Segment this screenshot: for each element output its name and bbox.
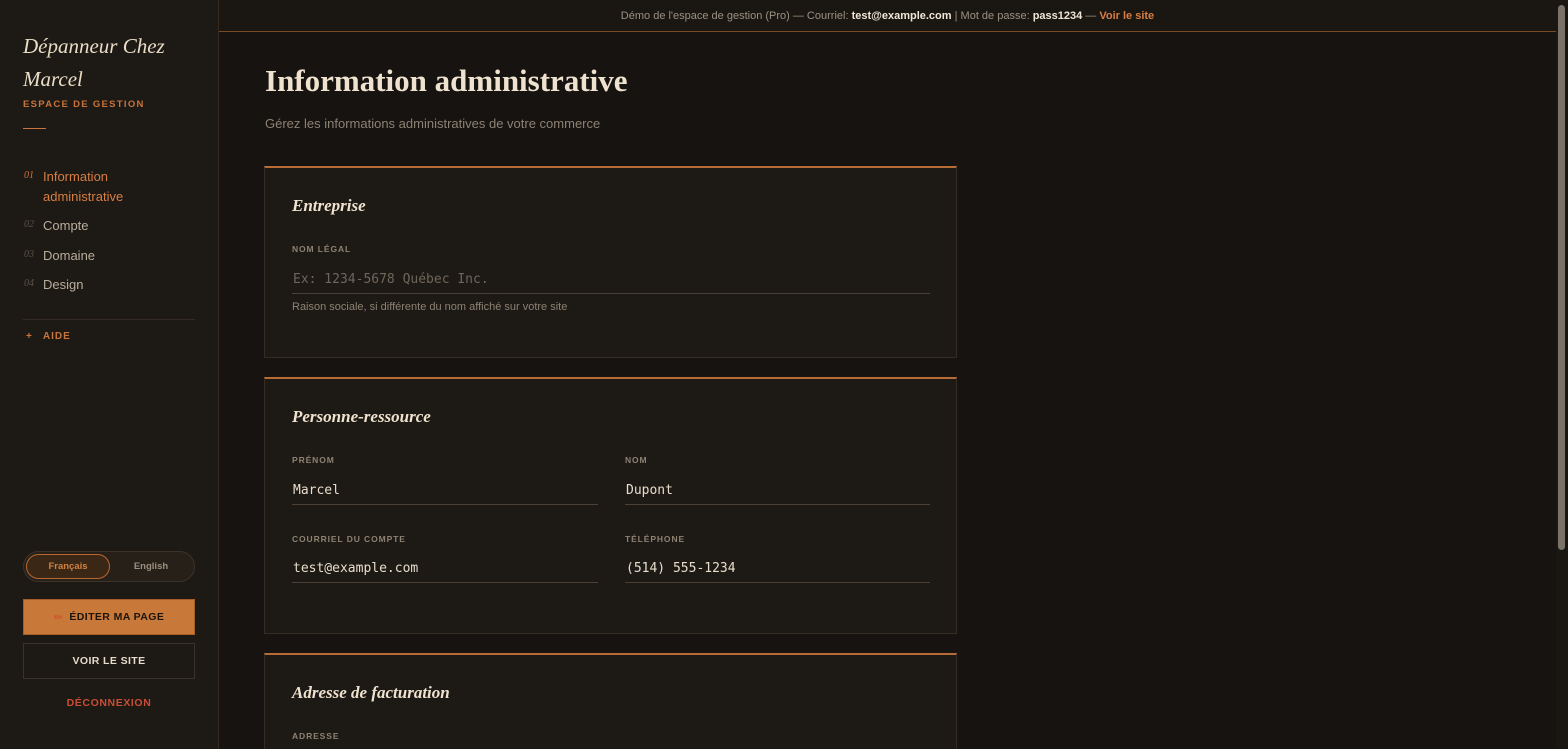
nav-item-information[interactable]: 01 Information administrative bbox=[24, 167, 153, 207]
nav-number: 02 bbox=[24, 219, 34, 230]
legal-name-input[interactable] bbox=[292, 266, 930, 294]
help-label: AIDE bbox=[42, 331, 71, 342]
demo-middle: | Mot de passe: bbox=[951, 9, 1033, 22]
help-toggle[interactable]: + AIDE bbox=[26, 331, 71, 342]
first-name-input[interactable] bbox=[292, 477, 598, 505]
scrollbar[interactable] bbox=[1556, 0, 1568, 749]
nav-label: Design bbox=[43, 277, 84, 292]
view-site-button[interactable]: VOIR LE SITE bbox=[23, 643, 195, 679]
brand-divider bbox=[23, 128, 46, 129]
lang-french-button[interactable]: Français bbox=[26, 554, 110, 579]
billing-card: Adresse de facturation ADRESSE bbox=[264, 653, 957, 749]
nav-number: 04 bbox=[24, 278, 34, 289]
brand-subtitle: ESPACE DE GESTION bbox=[23, 99, 145, 110]
card-title: Adresse de facturation bbox=[292, 683, 450, 702]
nav-number: 01 bbox=[24, 170, 34, 181]
demo-dash: — bbox=[1082, 9, 1100, 22]
sidebar-divider bbox=[23, 319, 195, 320]
account-email-input[interactable] bbox=[292, 555, 598, 583]
logout-button[interactable]: DÉCONNEXION bbox=[23, 697, 195, 709]
edit-page-label: ÉDITER MA PAGE bbox=[69, 611, 165, 623]
page-subtitle: Gérez les informations administratives d… bbox=[265, 116, 601, 131]
nav-label: Compte bbox=[43, 218, 89, 233]
sidebar: Dépanneur Chez Marcel ESPACE DE GESTION … bbox=[0, 0, 219, 749]
plus-icon: + bbox=[26, 331, 33, 342]
nav-item-design[interactable]: 04 Design bbox=[24, 275, 83, 295]
demo-banner: Démo de l'espace de gestion (Pro) — Cour… bbox=[219, 0, 1556, 32]
page-title: Information administrative bbox=[265, 63, 628, 98]
phone-label: TÉLÉPHONE bbox=[625, 534, 686, 544]
demo-view-site-link[interactable]: Voir le site bbox=[1099, 10, 1154, 22]
nav-label: Domaine bbox=[43, 248, 96, 263]
lang-english-button[interactable]: English bbox=[110, 554, 192, 579]
nav-item-compte[interactable]: 02 Compte bbox=[24, 216, 89, 236]
phone-input[interactable] bbox=[625, 555, 930, 583]
entreprise-card: Entreprise NOM LÉGAL Raison sociale, si … bbox=[264, 166, 957, 358]
demo-password: pass1234 bbox=[1032, 9, 1083, 22]
legal-name-help: Raison sociale, si différente du nom aff… bbox=[292, 301, 568, 313]
edit-page-button[interactable]: ✏ ÉDITER MA PAGE bbox=[23, 599, 195, 635]
nav-number: 03 bbox=[24, 249, 34, 260]
last-name-input[interactable] bbox=[625, 477, 930, 505]
card-title: Personne-ressource bbox=[292, 407, 431, 426]
account-email-label: COURRIEL DU COMPTE bbox=[292, 534, 406, 544]
demo-prefix: Démo de l'espace de gestion (Pro) — Cour… bbox=[620, 9, 852, 22]
last-name-label: NOM bbox=[625, 455, 648, 465]
pencil-icon: ✏ bbox=[53, 611, 64, 624]
card-title: Entreprise bbox=[292, 196, 366, 215]
legal-name-label: NOM LÉGAL bbox=[292, 244, 352, 254]
first-name-label: PRÉNOM bbox=[292, 455, 335, 465]
demo-email: test@example.com bbox=[851, 9, 952, 22]
scrollbar-thumb[interactable] bbox=[1558, 5, 1565, 550]
contact-card: Personne-ressource PRÉNOM NOM COURRIEL D… bbox=[264, 377, 957, 634]
brand-name: Dépanneur Chez Marcel bbox=[23, 34, 165, 91]
nav-label: Information administrative bbox=[43, 169, 124, 204]
nav-item-domaine[interactable]: 03 Domaine bbox=[24, 246, 95, 266]
address-label: ADRESSE bbox=[292, 731, 340, 741]
language-switcher: Français English bbox=[23, 551, 195, 582]
